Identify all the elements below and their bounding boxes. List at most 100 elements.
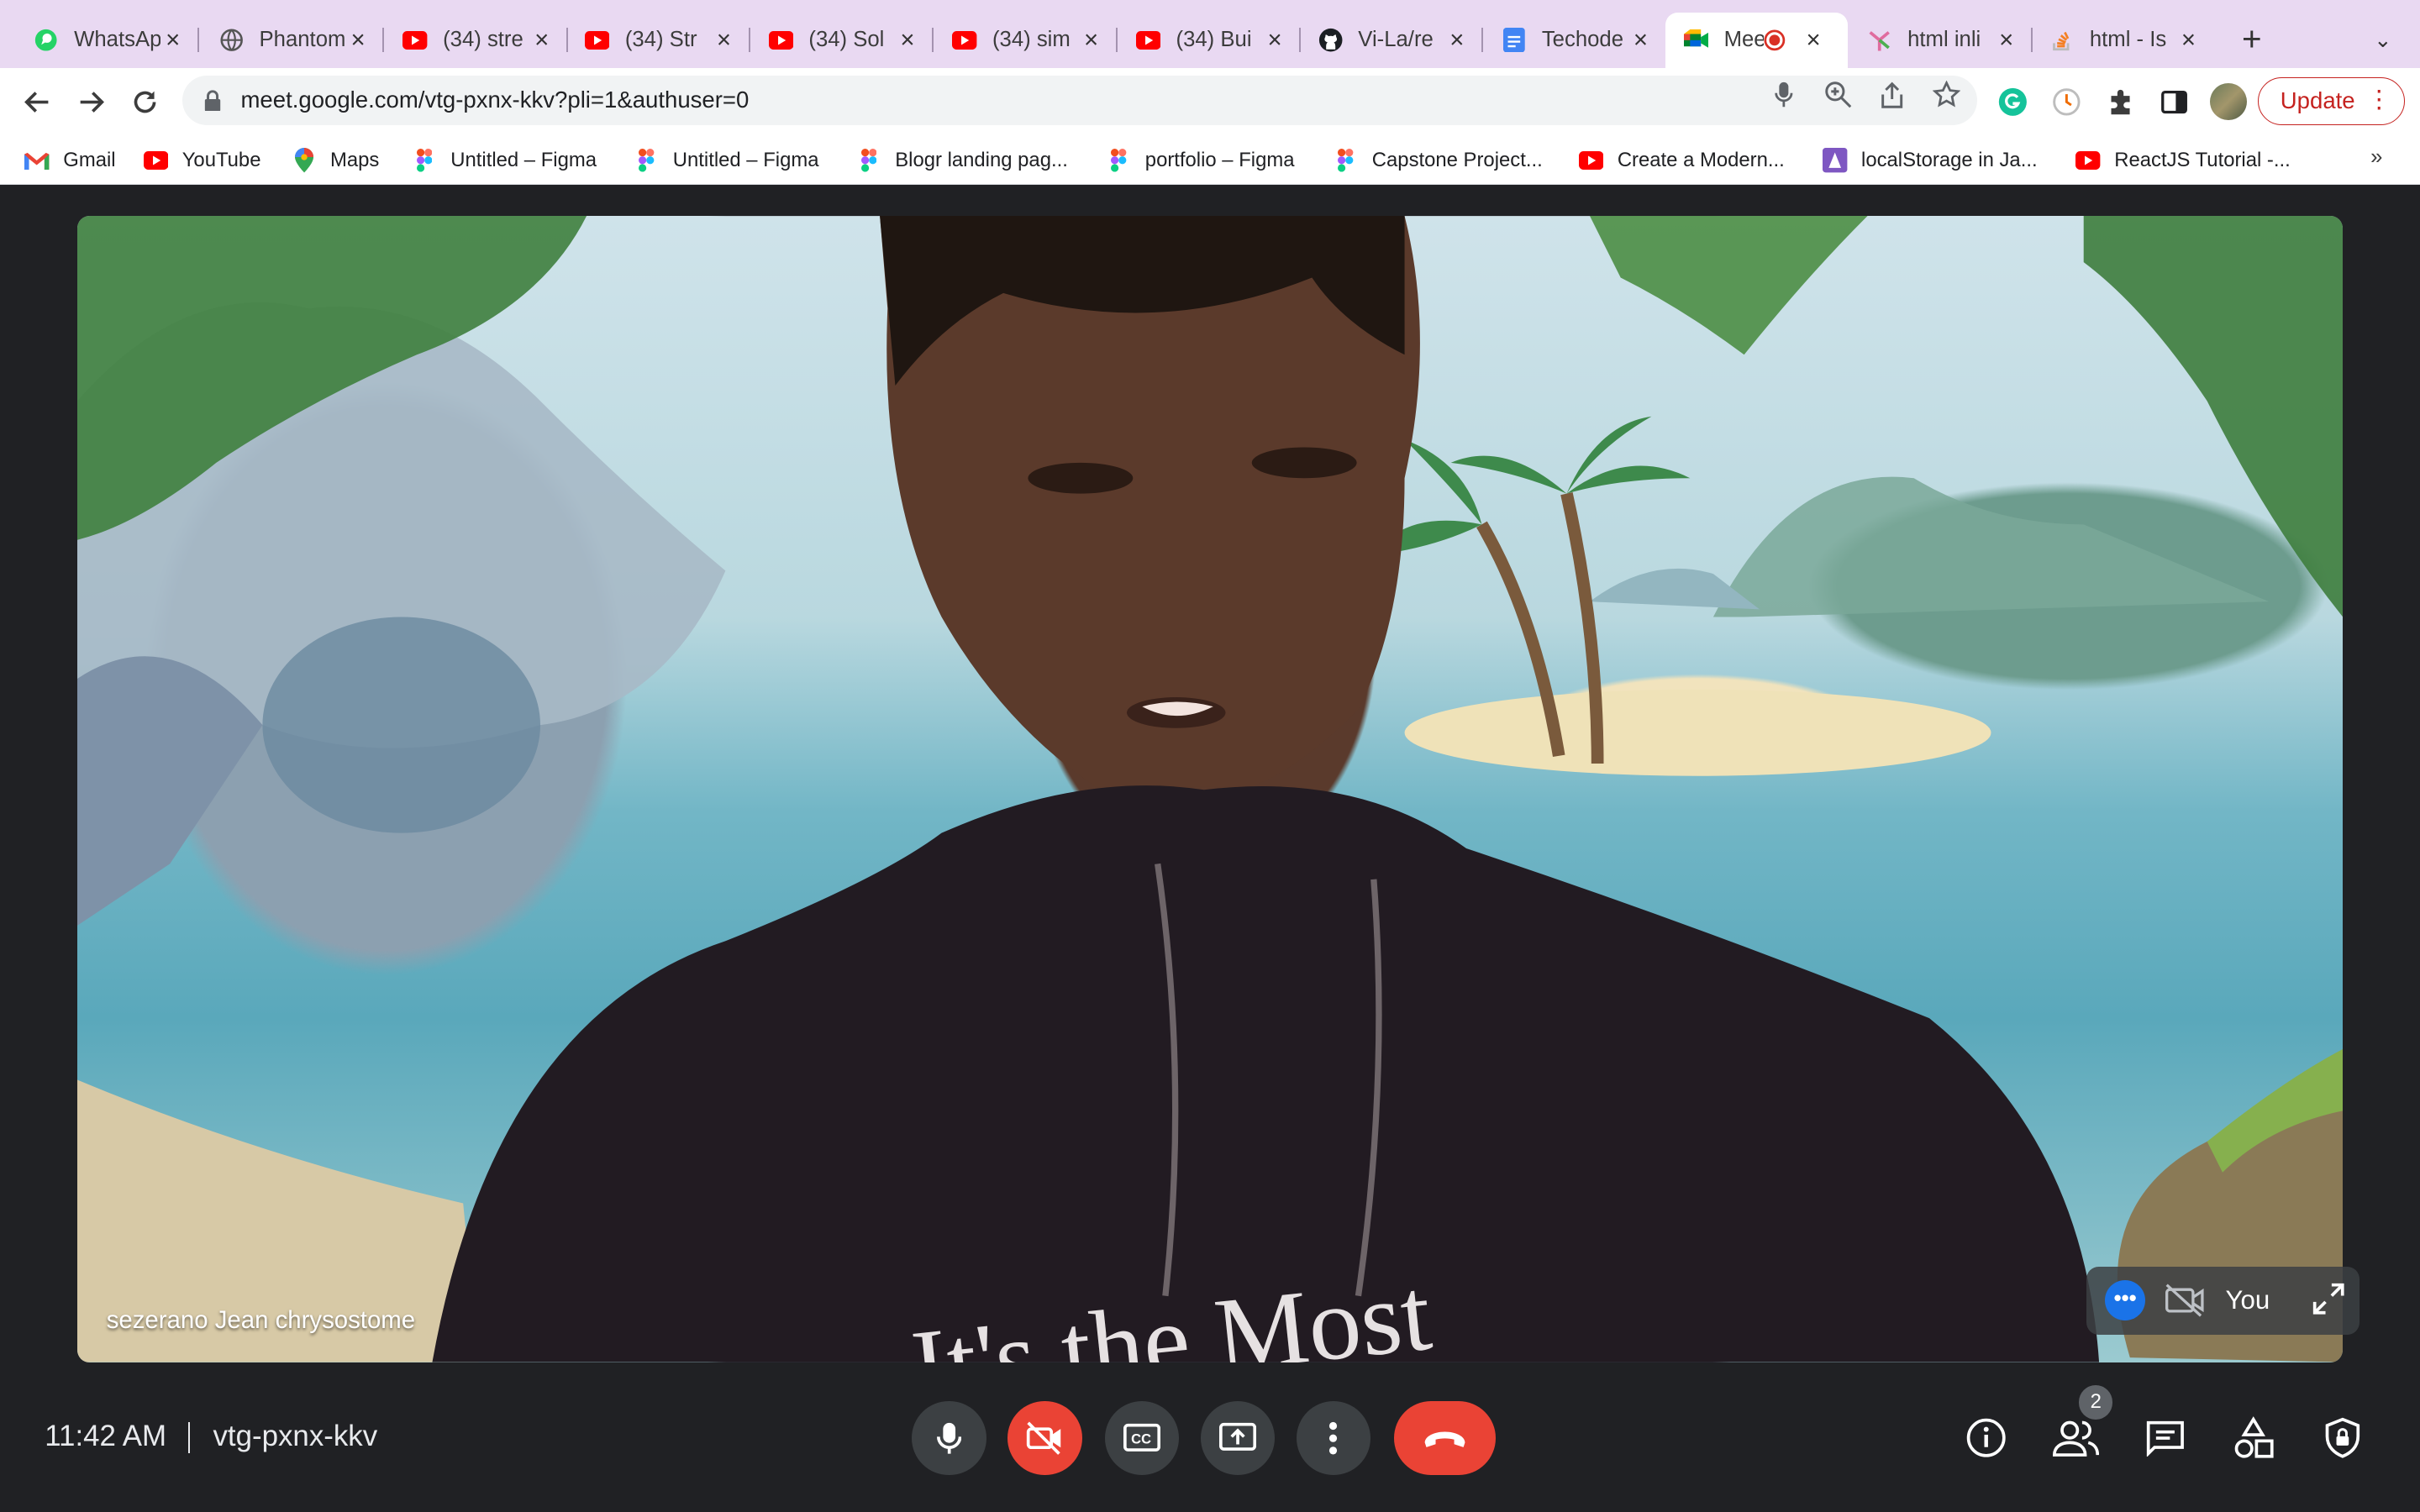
tab-youtube-4[interactable]: (34) sim × [934, 13, 1118, 68]
tab-stackblitz[interactable]: html inli × [1849, 13, 2033, 68]
more-vert-icon[interactable]: ⋮ [2367, 87, 2391, 112]
bookmark-youtube-2[interactable]: Create a Modern... [1578, 145, 1785, 176]
youtube-icon [1135, 28, 1161, 52]
tab-youtube-3[interactable]: (34) Sol × [750, 13, 934, 68]
recording-icon [1764, 29, 1786, 51]
tab-stackoverflow[interactable]: html - Is × [2031, 13, 2213, 68]
participant-video-tile[interactable]: It's the Most Time sezerano Jean chrysos… [76, 216, 2344, 1362]
tab-search-button[interactable]: ⌄ [2365, 22, 2402, 59]
tab-title: Mee [1723, 28, 1765, 52]
captions-button[interactable]: CC [1105, 1400, 1180, 1475]
docs-icon [1502, 28, 1526, 53]
stackoverflow-icon [2049, 28, 2074, 52]
close-icon[interactable]: × [160, 28, 185, 52]
close-icon[interactable]: × [345, 28, 370, 52]
bookmark-label: portfolio – Figma [1144, 149, 1295, 171]
bookmark-figma-5[interactable]: Capstone Project... [1334, 145, 1543, 176]
chat-button[interactable] [2141, 1413, 2191, 1462]
tab-whatsapp[interactable]: WhatsApp × [15, 13, 199, 68]
youtube-icon [585, 28, 610, 52]
close-icon[interactable]: × [529, 28, 554, 52]
bookmark-maps[interactable]: Maps [292, 145, 379, 176]
chat-icon [2146, 1420, 2184, 1457]
url-text[interactable]: meet.google.com/vtg-pxnx-kkv?pli=1&authu… [240, 87, 1976, 113]
figma-icon [856, 148, 881, 172]
tab-title: (34) Sol [808, 28, 885, 52]
zoom-icon[interactable] [1824, 81, 1852, 108]
tab-docs[interactable]: Techode × [1483, 13, 1665, 68]
tab-title: html inli [1907, 28, 1981, 52]
bookmark-figma-1[interactable]: Untitled – Figma [412, 145, 597, 176]
lock-icon[interactable] [203, 89, 225, 112]
host-controls-button[interactable] [2318, 1413, 2368, 1462]
extensions-puzzle-icon[interactable] [2105, 87, 2136, 118]
microphone-icon[interactable] [1770, 81, 1798, 108]
self-view-tile[interactable]: ••• You [2086, 1266, 2360, 1335]
bookmark-label: Untitled – Figma [672, 149, 819, 171]
close-icon[interactable]: × [1628, 28, 1653, 52]
close-icon[interactable]: × [2176, 28, 2201, 52]
more-options-button[interactable]: ••• [2105, 1280, 2145, 1321]
extension-timer-icon[interactable] [2051, 87, 2082, 118]
address-bar[interactable]: meet.google.com/vtg-pxnx-kkv?pli=1&authu… [182, 75, 1977, 125]
close-icon[interactable]: × [1262, 28, 1286, 52]
present-screen-button[interactable] [1200, 1400, 1276, 1475]
tab-github[interactable]: Vi-La/re × [1300, 13, 1484, 68]
more-vert-icon [1329, 1421, 1338, 1455]
bookmark-star-icon[interactable] [1932, 80, 1960, 108]
share-icon[interactable] [1878, 81, 1906, 108]
bookmarks-overflow-button[interactable]: » [2370, 145, 2382, 170]
bookmark-label: localStorage in Ja... [1861, 149, 2038, 171]
leave-call-button[interactable] [1393, 1400, 1496, 1475]
bookmark-figma-4[interactable]: portfolio – Figma [1107, 145, 1295, 176]
bookmark-localstorage[interactable]: localStorage in Ja... [1823, 145, 2038, 176]
back-button[interactable] [15, 81, 58, 123]
figma-icon [412, 148, 436, 172]
youtube-icon [402, 28, 428, 52]
meeting-details-button[interactable] [1961, 1413, 2011, 1462]
microphone-icon [936, 1422, 962, 1454]
update-button[interactable]: Update ⋮ [2258, 76, 2405, 125]
bookmark-reactjs[interactable]: ReactJS Tutorial -... [2075, 145, 2291, 176]
close-icon[interactable]: × [895, 28, 919, 52]
youtube-icon [2075, 148, 2101, 172]
close-icon[interactable]: × [1444, 28, 1469, 52]
bookmark-gmail[interactable]: Gmail [24, 145, 116, 176]
profile-avatar[interactable] [2210, 83, 2248, 121]
bookmark-figma-3[interactable]: Blogr landing pag... [856, 145, 1068, 176]
maps-icon [292, 148, 316, 173]
stackblitz-icon [1867, 28, 1891, 52]
camera-toggle-button[interactable] [1007, 1400, 1082, 1475]
participants-count-badge: 2 [2079, 1385, 2113, 1420]
people-button[interactable] [2051, 1413, 2101, 1462]
info-icon [1966, 1418, 2006, 1457]
tab-youtube-5[interactable]: (34) Bui × [1118, 13, 1302, 68]
tab-title: (34) Str [624, 28, 697, 52]
tab-phantom[interactable]: Phantom × [201, 13, 385, 68]
close-icon[interactable]: × [712, 28, 736, 52]
close-icon[interactable]: × [1994, 28, 2018, 52]
new-tab-button[interactable]: + [2233, 22, 2270, 59]
bookmark-label: Create a Modern... [1617, 149, 1785, 171]
tab-youtube-2[interactable]: (34) Str × [566, 13, 750, 68]
close-icon[interactable]: × [1801, 28, 1825, 52]
grammarly-icon[interactable] [1997, 87, 2028, 118]
bookmark-youtube[interactable]: YouTube [143, 145, 260, 176]
youtube-icon [143, 148, 169, 172]
tab-title: Vi-La/re [1358, 28, 1434, 52]
tab-meet[interactable]: Mee × [1665, 12, 1848, 68]
side-panel-icon[interactable] [2160, 87, 2191, 118]
tab-title: html - Is [2089, 28, 2167, 52]
tab-youtube-1[interactable]: (34) stre × [384, 13, 568, 68]
tab-strip: WhatsApp × Phantom × (34) stre × (34) St… [0, 0, 2420, 68]
reload-button[interactable] [124, 81, 166, 123]
people-icon [2052, 1420, 2099, 1457]
video-feed-illustration: It's the Most Time [76, 216, 2344, 1362]
activities-button[interactable] [2228, 1413, 2278, 1462]
microphone-button[interactable] [912, 1400, 986, 1475]
close-icon[interactable]: × [1079, 28, 1103, 52]
forward-button[interactable] [70, 81, 113, 123]
more-options-button[interactable] [1296, 1400, 1370, 1475]
expand-icon[interactable] [2312, 1282, 2349, 1319]
bookmark-figma-2[interactable]: Untitled – Figma [634, 145, 819, 176]
